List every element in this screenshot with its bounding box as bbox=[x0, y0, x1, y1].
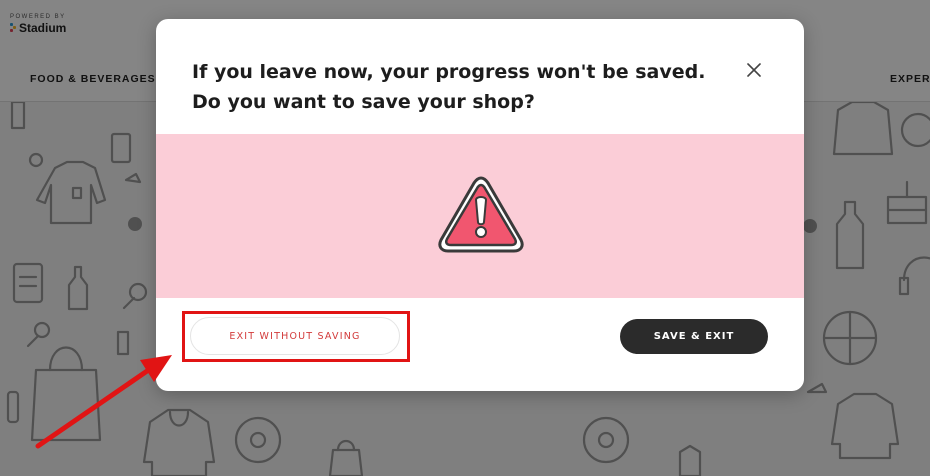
pointer-arrow bbox=[35, 355, 172, 449]
